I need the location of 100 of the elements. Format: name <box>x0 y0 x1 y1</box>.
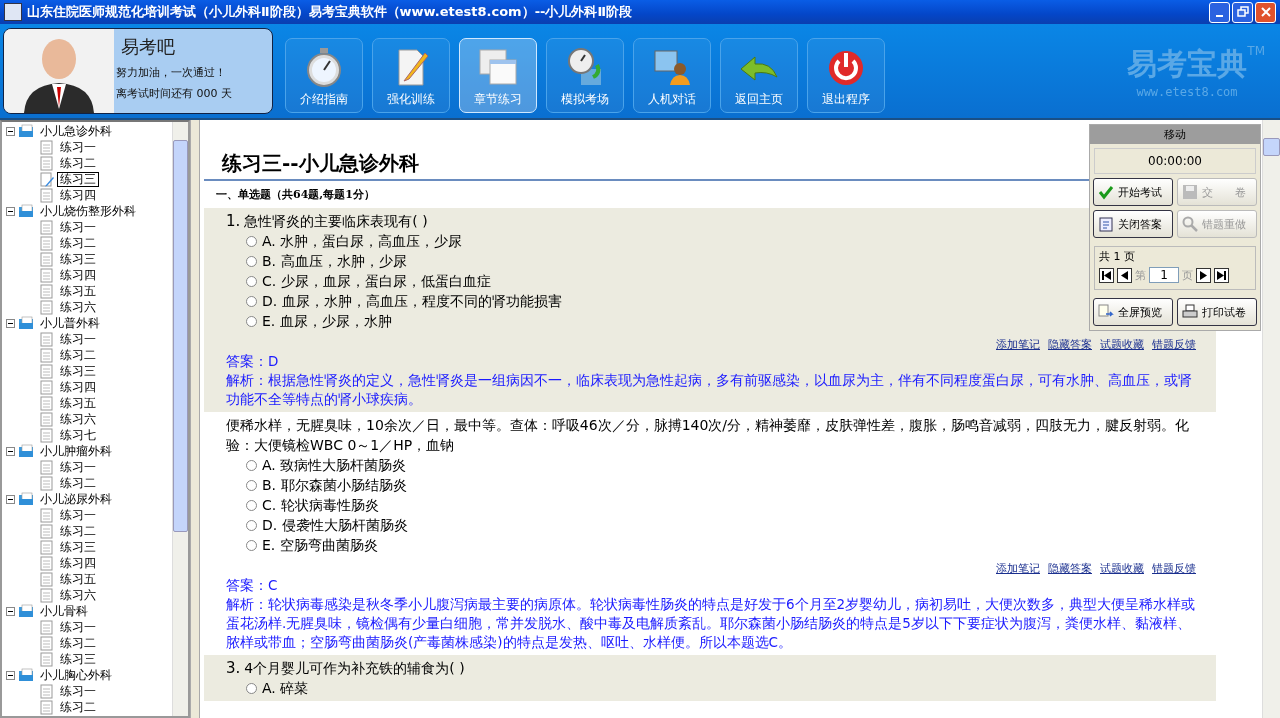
action-link[interactable]: 试题收藏 <box>1100 561 1144 576</box>
collapse-toggle[interactable] <box>6 606 15 616</box>
collapse-toggle[interactable] <box>6 206 15 216</box>
tree-item[interactable]: 练习四 <box>57 379 99 395</box>
radio-button[interactable] <box>246 255 257 267</box>
last-page-button[interactable] <box>1214 267 1229 283</box>
scrollbar[interactable] <box>1262 120 1280 718</box>
next-page-button[interactable] <box>1196 267 1211 283</box>
tree-item[interactable]: 练习六 <box>57 299 99 315</box>
action-link[interactable]: 错题反馈 <box>1152 561 1196 576</box>
tree-item[interactable]: 练习一 <box>57 619 99 635</box>
toolbar-button[interactable]: 人机对话 <box>633 37 711 113</box>
tree-item[interactable]: 练习七 <box>57 427 99 443</box>
brand-logo: 易考宝典 <box>1127 44 1247 83</box>
tree-item[interactable]: 练习三 <box>57 363 99 379</box>
toolbar-button[interactable]: 模拟考场 <box>546 37 624 113</box>
collapse-toggle[interactable] <box>6 494 15 504</box>
action-link[interactable]: 添加笔记 <box>996 561 1040 576</box>
option-text: A. 碎菜 <box>262 679 309 698</box>
left-triangle-icon <box>1120 270 1129 280</box>
radio-button[interactable] <box>246 459 257 471</box>
analysis-text: 解析：根据急性肾炎的定义，急性肾炎是一组病因不一，临床表现为急性起病，多有前驱感染，以血尿为主，伴有不同程度蛋白尿，可有水肿、高血压，或肾功能不全等特点的肾小球疾病。 <box>226 371 1193 409</box>
tree-item[interactable]: 小儿肿瘤外科 <box>37 443 115 459</box>
right-triangle-icon <box>1199 270 1208 280</box>
tree-item[interactable]: 小儿泌尿外科 <box>37 491 115 507</box>
stopwatch-icon <box>304 46 344 87</box>
tree-item[interactable]: 练习二 <box>57 347 99 363</box>
radio-button[interactable] <box>246 539 257 551</box>
tree-item[interactable]: 小儿烧伤整形外科 <box>37 203 139 219</box>
previous-page-button[interactable] <box>1117 267 1132 283</box>
toolbar-button[interactable]: 退出程序 <box>807 37 885 113</box>
folder-icon <box>18 668 34 682</box>
collapse-toggle[interactable] <box>6 446 15 456</box>
panel-button[interactable]: 关闭答案 <box>1093 210 1173 238</box>
action-link[interactable]: 添加笔记 <box>996 337 1040 352</box>
panel-button[interactable]: 打印试卷 <box>1177 298 1257 326</box>
first-page-button[interactable] <box>1099 267 1114 283</box>
tree-item[interactable]: 练习一 <box>57 331 99 347</box>
collapse-toggle[interactable] <box>6 318 15 328</box>
tree-item[interactable]: 练习二 <box>57 635 99 651</box>
tree-item[interactable]: 小儿急诊外科 <box>37 123 115 139</box>
tree-item[interactable]: 练习三 <box>57 651 99 667</box>
minimize-button[interactable] <box>1209 1 1230 23</box>
radio-button[interactable] <box>246 499 257 511</box>
tree-item[interactable]: 练习三 <box>57 251 99 267</box>
tree-item[interactable]: 小儿普外科 <box>37 315 103 331</box>
radio-button[interactable] <box>246 275 257 287</box>
tree-item[interactable]: 小儿胸心外科 <box>37 667 115 683</box>
document-icon <box>40 363 54 379</box>
radio-button[interactable] <box>246 235 257 247</box>
countdown: 离考试时间还有 000 天 <box>116 86 232 101</box>
brand-url: www.etest8.com <box>1136 84 1238 99</box>
tree-item[interactable]: 练习五 <box>57 395 99 411</box>
tree-item[interactable]: 练习四 <box>57 187 99 203</box>
scrollbar[interactable] <box>172 122 188 716</box>
tree-item[interactable]: 练习四 <box>57 267 99 283</box>
collapse-toggle[interactable] <box>6 126 15 136</box>
action-link[interactable]: 隐藏答案 <box>1048 337 1092 352</box>
tree-item[interactable]: 练习二 <box>57 155 99 171</box>
close-button[interactable] <box>1255 1 1276 23</box>
toolbar-button[interactable]: 强化训练 <box>372 37 450 113</box>
page-input[interactable]: 1 <box>1149 267 1179 283</box>
first-page-icon <box>1102 270 1111 280</box>
radio-button[interactable] <box>246 295 257 307</box>
tree-item[interactable]: 练习三 <box>57 539 99 555</box>
tree-item[interactable]: 练习五 <box>57 571 99 587</box>
folder-icon <box>18 124 34 138</box>
tree-item[interactable]: 练习六 <box>57 587 99 603</box>
restore-button[interactable] <box>1232 1 1253 23</box>
tree-item[interactable]: 练习二 <box>57 523 99 539</box>
tree-item[interactable]: 小儿骨科 <box>37 603 91 619</box>
windows-icon <box>478 46 518 87</box>
tree-item[interactable]: 练习一 <box>57 683 99 699</box>
radio-button[interactable] <box>246 682 257 694</box>
folder-icon <box>18 604 34 618</box>
toolbar-button[interactable]: 介绍指南 <box>285 37 363 113</box>
radio-button[interactable] <box>246 479 257 491</box>
tree-item[interactable]: 练习二 <box>57 699 99 715</box>
tree-item[interactable]: 练习一 <box>57 507 99 523</box>
panel-button[interactable]: 开始考试 <box>1093 178 1173 206</box>
action-link[interactable]: 试题收藏 <box>1100 337 1144 352</box>
toolbar-button[interactable]: 返回主页 <box>720 37 798 113</box>
action-link[interactable]: 隐藏答案 <box>1048 561 1092 576</box>
collapse-toggle[interactable] <box>6 670 15 680</box>
tree-item[interactable]: 练习五 <box>57 283 99 299</box>
tree-item[interactable]: 练习二 <box>57 475 99 491</box>
action-link[interactable]: 错题反馈 <box>1152 337 1196 352</box>
close-icon <box>1259 6 1272 18</box>
tree-item[interactable]: 练习一 <box>57 139 99 155</box>
notepad-icon <box>1098 216 1114 232</box>
panel-button[interactable]: 全屏预览 <box>1093 298 1173 326</box>
tree-item[interactable]: 练习一 <box>57 459 99 475</box>
tree-item[interactable]: 练习三 <box>57 171 99 187</box>
tree-item[interactable]: 练习六 <box>57 411 99 427</box>
tree-item[interactable]: 练习一 <box>57 219 99 235</box>
radio-button[interactable] <box>246 315 257 327</box>
tree-item[interactable]: 练习四 <box>57 555 99 571</box>
panel-header[interactable]: 移动 <box>1090 125 1260 144</box>
radio-button[interactable] <box>246 519 257 531</box>
tree-item[interactable]: 练习二 <box>57 235 99 251</box>
